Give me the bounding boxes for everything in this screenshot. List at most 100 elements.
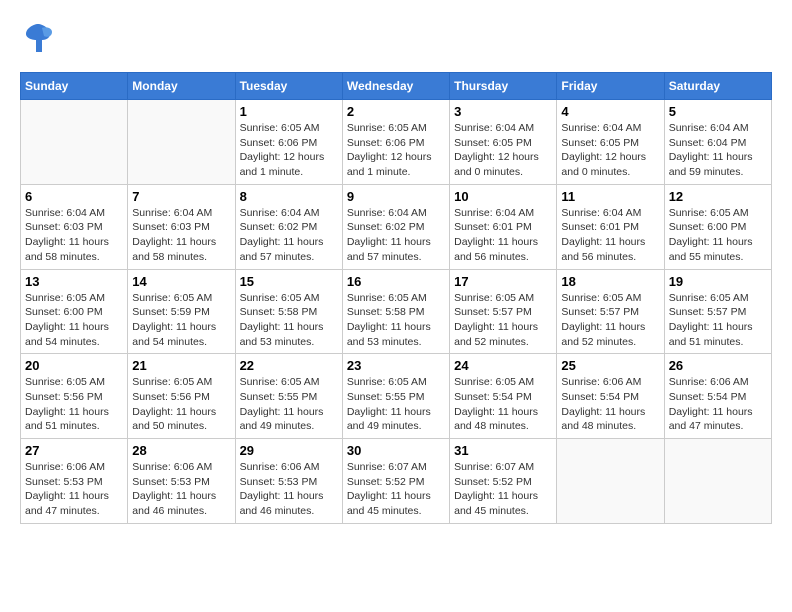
weekday-header-tuesday: Tuesday (235, 73, 342, 100)
calendar-cell: 20 Sunrise: 6:05 AM Sunset: 5:56 PM Dayli… (21, 354, 128, 439)
day-info: Sunrise: 6:04 AM Sunset: 6:04 PM Dayligh… (669, 121, 767, 180)
day-number: 6 (25, 189, 123, 204)
day-info: Sunrise: 6:05 AM Sunset: 5:55 PM Dayligh… (240, 375, 338, 434)
day-number: 8 (240, 189, 338, 204)
day-info: Sunrise: 6:06 AM Sunset: 5:54 PM Dayligh… (669, 375, 767, 434)
calendar-cell: 29Sunrise: 6:06 AM Sunset: 5:53 PM Dayli… (235, 439, 342, 524)
calendar-cell: 24 Sunrise: 6:05 AM Sunset: 5:54 PM Dayli… (450, 354, 557, 439)
calendar-cell: 22 Sunrise: 6:05 AM Sunset: 5:55 PM Dayli… (235, 354, 342, 439)
calendar-header-row: SundayMondayTuesdayWednesdayThursdayFrid… (21, 73, 772, 100)
day-info: Sunrise: 6:05 AM Sunset: 6:06 PM Dayligh… (347, 121, 445, 180)
day-info: Sunrise: 6:05 AM Sunset: 5:58 PM Dayligh… (347, 291, 445, 350)
calendar-cell: 30 Sunrise: 6:07 AM Sunset: 5:52 PM Dayli… (342, 439, 449, 524)
calendar-cell: 16Sunrise: 6:05 AM Sunset: 5:58 PM Dayli… (342, 269, 449, 354)
calendar-cell: 4 Sunrise: 6:04 AM Sunset: 6:05 PM Daylig… (557, 100, 664, 185)
calendar-cell: 27 Sunrise: 6:06 AM Sunset: 5:53 PM Dayli… (21, 439, 128, 524)
day-info: Sunrise: 6:05 AM Sunset: 6:00 PM Dayligh… (25, 291, 123, 350)
day-number: 27 (25, 443, 123, 458)
calendar-cell: 23 Sunrise: 6:05 AM Sunset: 5:55 PM Dayli… (342, 354, 449, 439)
day-number: 7 (132, 189, 230, 204)
calendar-cell: 25 Sunrise: 6:06 AM Sunset: 5:54 PM Dayli… (557, 354, 664, 439)
day-info: Sunrise: 6:06 AM Sunset: 5:53 PM Dayligh… (132, 460, 230, 519)
calendar-cell: 13 Sunrise: 6:05 AM Sunset: 6:00 PM Dayli… (21, 269, 128, 354)
day-number: 19 (669, 274, 767, 289)
calendar-cell (664, 439, 771, 524)
day-number: 30 (347, 443, 445, 458)
day-info: Sunrise: 6:04 AM Sunset: 6:03 PM Dayligh… (132, 206, 230, 265)
day-info: Sunrise: 6:06 AM Sunset: 5:53 PM Dayligh… (25, 460, 123, 519)
day-number: 20 (25, 358, 123, 373)
calendar-cell (128, 100, 235, 185)
calendar-cell: 8 Sunrise: 6:04 AM Sunset: 6:02 PM Daylig… (235, 184, 342, 269)
calendar-cell: 3 Sunrise: 6:04 AM Sunset: 6:05 PM Daylig… (450, 100, 557, 185)
weekday-header-sunday: Sunday (21, 73, 128, 100)
calendar-week-row: 1 Sunrise: 6:05 AM Sunset: 6:06 PM Daylig… (21, 100, 772, 185)
day-info: Sunrise: 6:05 AM Sunset: 5:58 PM Dayligh… (240, 291, 338, 350)
day-info: Sunrise: 6:05 AM Sunset: 5:57 PM Dayligh… (561, 291, 659, 350)
day-number: 28 (132, 443, 230, 458)
day-info: Sunrise: 6:04 AM Sunset: 6:05 PM Dayligh… (454, 121, 552, 180)
day-number: 12 (669, 189, 767, 204)
calendar-cell: 28 Sunrise: 6:06 AM Sunset: 5:53 PM Dayli… (128, 439, 235, 524)
calendar-cell: 11 Sunrise: 6:04 AM Sunset: 6:01 PM Dayli… (557, 184, 664, 269)
day-info: Sunrise: 6:04 AM Sunset: 6:02 PM Dayligh… (347, 206, 445, 265)
day-info: Sunrise: 6:06 AM Sunset: 5:54 PM Dayligh… (561, 375, 659, 434)
day-number: 31 (454, 443, 552, 458)
day-info: Sunrise: 6:05 AM Sunset: 5:55 PM Dayligh… (347, 375, 445, 434)
page-header (20, 20, 772, 62)
day-info: Sunrise: 6:06 AM Sunset: 5:53 PM Dayligh… (240, 460, 338, 519)
day-number: 18 (561, 274, 659, 289)
calendar-cell: 17 Sunrise: 6:05 AM Sunset: 5:57 PM Dayli… (450, 269, 557, 354)
day-number: 13 (25, 274, 123, 289)
day-number: 4 (561, 104, 659, 119)
day-number: 26 (669, 358, 767, 373)
day-info: Sunrise: 6:04 AM Sunset: 6:01 PM Dayligh… (561, 206, 659, 265)
calendar-cell: 31 Sunrise: 6:07 AM Sunset: 5:52 PM Dayli… (450, 439, 557, 524)
calendar-cell: 10 Sunrise: 6:04 AM Sunset: 6:01 PM Dayli… (450, 184, 557, 269)
day-info: Sunrise: 6:05 AM Sunset: 5:54 PM Dayligh… (454, 375, 552, 434)
day-info: Sunrise: 6:05 AM Sunset: 6:06 PM Dayligh… (240, 121, 338, 180)
calendar-cell: 15 Sunrise: 6:05 AM Sunset: 5:58 PM Dayli… (235, 269, 342, 354)
calendar-cell: 21 Sunrise: 6:05 AM Sunset: 5:56 PM Dayli… (128, 354, 235, 439)
day-info: Sunrise: 6:04 AM Sunset: 6:01 PM Dayligh… (454, 206, 552, 265)
calendar-cell: 26 Sunrise: 6:06 AM Sunset: 5:54 PM Dayli… (664, 354, 771, 439)
calendar-cell: 6 Sunrise: 6:04 AM Sunset: 6:03 PM Daylig… (21, 184, 128, 269)
calendar-cell: 1 Sunrise: 6:05 AM Sunset: 6:06 PM Daylig… (235, 100, 342, 185)
day-number: 11 (561, 189, 659, 204)
calendar-cell: 12Sunrise: 6:05 AM Sunset: 6:00 PM Dayli… (664, 184, 771, 269)
day-info: Sunrise: 6:05 AM Sunset: 5:59 PM Dayligh… (132, 291, 230, 350)
calendar-week-row: 6 Sunrise: 6:04 AM Sunset: 6:03 PM Daylig… (21, 184, 772, 269)
logo-icon (20, 20, 56, 62)
day-number: 23 (347, 358, 445, 373)
calendar-cell: 9 Sunrise: 6:04 AM Sunset: 6:02 PM Daylig… (342, 184, 449, 269)
day-info: Sunrise: 6:04 AM Sunset: 6:02 PM Dayligh… (240, 206, 338, 265)
calendar-cell: 18 Sunrise: 6:05 AM Sunset: 5:57 PM Dayli… (557, 269, 664, 354)
day-info: Sunrise: 6:05 AM Sunset: 5:56 PM Dayligh… (25, 375, 123, 434)
day-number: 22 (240, 358, 338, 373)
day-info: Sunrise: 6:07 AM Sunset: 5:52 PM Dayligh… (454, 460, 552, 519)
day-info: Sunrise: 6:07 AM Sunset: 5:52 PM Dayligh… (347, 460, 445, 519)
day-number: 1 (240, 104, 338, 119)
day-number: 21 (132, 358, 230, 373)
day-number: 15 (240, 274, 338, 289)
day-number: 10 (454, 189, 552, 204)
day-info: Sunrise: 6:05 AM Sunset: 5:57 PM Dayligh… (454, 291, 552, 350)
day-info: Sunrise: 6:05 AM Sunset: 5:56 PM Dayligh… (132, 375, 230, 434)
calendar-cell (21, 100, 128, 185)
day-number: 25 (561, 358, 659, 373)
day-number: 24 (454, 358, 552, 373)
logo (20, 20, 60, 62)
calendar-week-row: 13 Sunrise: 6:05 AM Sunset: 6:00 PM Dayli… (21, 269, 772, 354)
day-info: Sunrise: 6:04 AM Sunset: 6:05 PM Dayligh… (561, 121, 659, 180)
calendar-table: SundayMondayTuesdayWednesdayThursdayFrid… (20, 72, 772, 524)
calendar-cell: 14Sunrise: 6:05 AM Sunset: 5:59 PM Dayli… (128, 269, 235, 354)
calendar-week-row: 20 Sunrise: 6:05 AM Sunset: 5:56 PM Dayli… (21, 354, 772, 439)
day-info: Sunrise: 6:05 AM Sunset: 5:57 PM Dayligh… (669, 291, 767, 350)
calendar-cell: 5Sunrise: 6:04 AM Sunset: 6:04 PM Daylig… (664, 100, 771, 185)
day-number: 3 (454, 104, 552, 119)
day-number: 9 (347, 189, 445, 204)
calendar-week-row: 27 Sunrise: 6:06 AM Sunset: 5:53 PM Dayli… (21, 439, 772, 524)
calendar-cell (557, 439, 664, 524)
day-info: Sunrise: 6:04 AM Sunset: 6:03 PM Dayligh… (25, 206, 123, 265)
day-number: 17 (454, 274, 552, 289)
